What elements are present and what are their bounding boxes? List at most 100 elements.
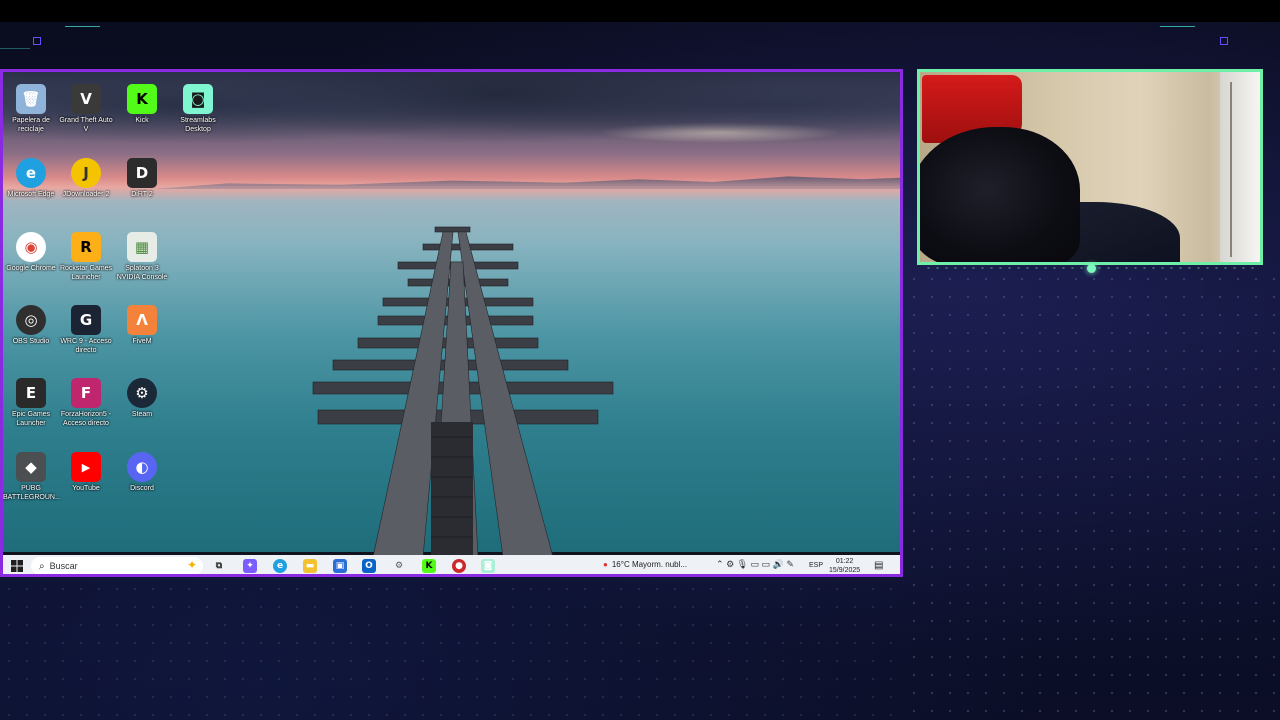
copilot-icon[interactable]: ✦ — [243, 559, 257, 573]
webcam-door-frame — [1230, 82, 1232, 257]
desktop-icon-label: FiveM — [132, 338, 152, 345]
taskbar-search-box[interactable]: ⌕ Buscar ✦ — [31, 557, 203, 574]
kick-icon: K — [127, 84, 157, 114]
desktop-icon-obs[interactable]: ◎ OBS Studio — [3, 305, 59, 346]
desktop-icon-rockstar[interactable]: R Rockstar Games Launcher — [58, 232, 114, 282]
desktop-icon-label: Steam — [131, 411, 153, 418]
desktop-icon-steam[interactable]: ⚙ Steam — [114, 378, 170, 419]
recorder-icon[interactable]: ● — [452, 559, 466, 573]
desktop-icon-pubg[interactable]: ◆ PUBG BATTLEGROUN... — [3, 452, 61, 502]
desktop-icon-label: PUBG BATTLEGROUN... — [3, 485, 61, 501]
desktop-icon-label: Discord — [130, 485, 154, 492]
desktop-capture: 🗑 Papelera de reciclaje V Grand Theft Au… — [0, 69, 903, 577]
desktop-icon-youtube[interactable]: ▶ YouTube — [58, 452, 114, 493]
weather-text: 16°C Mayorm. nubl... — [611, 560, 688, 569]
desktop-icon-label: Microsoft Edge — [7, 191, 55, 198]
system-tray[interactable]: ⌃ ⚙ 🎙 ▭ ▭ 🔊 ✎ — [716, 559, 794, 570]
desktop-icon-nvidia[interactable]: ▦ Splatoon 3 NVIDIA Console — [114, 232, 170, 282]
desktop-icon-label: YouTube — [72, 485, 100, 492]
dirt-icon: D — [127, 158, 157, 188]
language-indicator[interactable]: ESP — [809, 562, 823, 569]
microsoft-store-icon[interactable]: ▣ — [333, 559, 347, 573]
rockstar-icon: R — [71, 232, 101, 262]
weather-widget[interactable]: ● 16°C Mayorm. nubl... — [603, 560, 687, 569]
search-icon: ⌕ — [39, 560, 45, 572]
overlay-dot-grid-bottom — [0, 580, 905, 720]
desktop-icon-label: OBS Studio — [12, 338, 50, 345]
desktop-icon-discord[interactable]: ◐ Discord — [114, 452, 170, 493]
webcam-door — [1220, 72, 1260, 262]
overlay-deco-square — [33, 37, 41, 45]
desktop-icon-streamlabs[interactable]: ◙ Streamlabs Desktop — [170, 84, 226, 134]
wrc-icon: G — [71, 305, 101, 335]
settings-gear-icon[interactable]: ⚙ — [392, 559, 406, 573]
streamlabs-icon: ◙ — [183, 84, 213, 114]
desktop-icon-recycle-bin[interactable]: 🗑 Papelera de reciclaje — [3, 84, 59, 134]
task-view-icon[interactable]: ⧉ — [212, 559, 226, 573]
desktop-icon-dirt[interactable]: D DiRT 2 — [114, 158, 170, 199]
desktop-icon-label: Rockstar Games Launcher — [59, 265, 113, 281]
desktop-icon-label: WRC 9 - Acceso directo — [60, 338, 112, 354]
clock-time: 01:22 — [835, 558, 854, 565]
copilot-sparkle-icon: ✦ — [186, 558, 197, 572]
edge-icon: e — [16, 158, 46, 188]
network-icon[interactable]: ▭ — [762, 559, 771, 569]
desktop-icon-edge[interactable]: e Microsoft Edge — [3, 158, 59, 199]
nvidia-icon: ▦ — [127, 232, 157, 262]
windows-start-icon[interactable] — [11, 560, 23, 572]
desktop-icon-label: Kick — [135, 117, 149, 124]
epic-games-icon: E — [16, 378, 46, 408]
steam-icon: ⚙ — [127, 378, 157, 408]
outlook-icon[interactable]: O — [362, 559, 376, 573]
overlay-dot-grid — [905, 270, 1280, 720]
desktop-icon-label: ForzaHorizon5 - Acceso directo — [60, 411, 112, 427]
desktop-icon-label: Google Chrome — [6, 265, 56, 272]
overlay-deco-line — [0, 48, 30, 49]
desktop-icon-gta-v[interactable]: V Grand Theft Auto V — [58, 84, 114, 134]
desktop-icon-forza[interactable]: F ForzaHorizon5 - Acceso directo — [58, 378, 114, 428]
overlay-deco-line — [1160, 26, 1195, 27]
pubg-icon: ◆ — [16, 452, 46, 482]
chrome-icon: ◉ — [16, 232, 46, 262]
volume-icon[interactable]: 🔊 — [773, 559, 784, 569]
jdownloader-icon: J — [71, 158, 101, 188]
forza-icon: F — [71, 378, 101, 408]
chevron-up-icon[interactable]: ⌃ — [716, 559, 724, 569]
wallpaper-pier — [312, 226, 614, 557]
tray-app-icon[interactable]: ⚙ — [726, 559, 734, 569]
pen-icon[interactable]: ✎ — [786, 559, 794, 569]
microphone-icon[interactable]: 🎙 — [737, 559, 748, 569]
desktop-icon-jdownloader[interactable]: J JDownloader 2 — [58, 158, 114, 199]
desktop-icon-wrc[interactable]: G WRC 9 - Acceso directo — [58, 305, 114, 355]
desktop-icon-label: Epic Games Launcher — [11, 411, 51, 427]
discord-icon: ◐ — [127, 452, 157, 482]
notification-icon[interactable]: ▤ — [874, 560, 883, 571]
top-black-bar — [0, 0, 1280, 22]
taskbar: ⌕ Buscar ✦ ⧉ ✦ e ▬ ▣ O ⚙ K ● ◙ ● 16°C May… — [3, 555, 900, 574]
taskbar-clock[interactable]: 01:22 15/9/2025 — [829, 557, 861, 574]
clock-date: 15/9/2025 — [829, 567, 861, 574]
recycle-bin-icon: 🗑 — [16, 84, 46, 114]
taskbar-kick-icon[interactable]: K — [422, 559, 436, 573]
weather-icon: ● — [603, 560, 608, 569]
desktop-icon-label: Grand Theft Auto V — [59, 117, 113, 133]
desktop-icon-label: Papelera de reciclaje — [12, 117, 50, 133]
webcam-frame-node — [1087, 264, 1096, 273]
file-explorer-icon[interactable]: ▬ — [303, 559, 317, 573]
desktop-icon-label: JDownloader 2 — [62, 191, 110, 198]
desktop-icon-kick[interactable]: K Kick — [114, 84, 170, 125]
obs-icon: ◎ — [16, 305, 46, 335]
desktop-icon-label: DiRT 2 — [131, 191, 153, 198]
desktop-icon-chrome[interactable]: ◉ Google Chrome — [3, 232, 59, 273]
webcam-person-head — [920, 127, 1080, 262]
desktop-icon-epic-games[interactable]: E Epic Games Launcher — [3, 378, 59, 428]
webcam-feed — [917, 69, 1263, 265]
desktop-icon-label: Splatoon 3 NVIDIA Console — [116, 265, 168, 281]
gta-v-icon: V — [71, 84, 101, 114]
youtube-icon: ▶ — [71, 452, 101, 482]
desktop-icon-fivem[interactable]: Λ FiveM — [114, 305, 170, 346]
overlay-deco-line — [65, 26, 100, 27]
taskbar-edge-icon[interactable]: e — [273, 559, 287, 573]
tray-window-icon[interactable]: ▭ — [751, 559, 760, 569]
taskbar-streamlabs-icon[interactable]: ◙ — [481, 559, 495, 573]
